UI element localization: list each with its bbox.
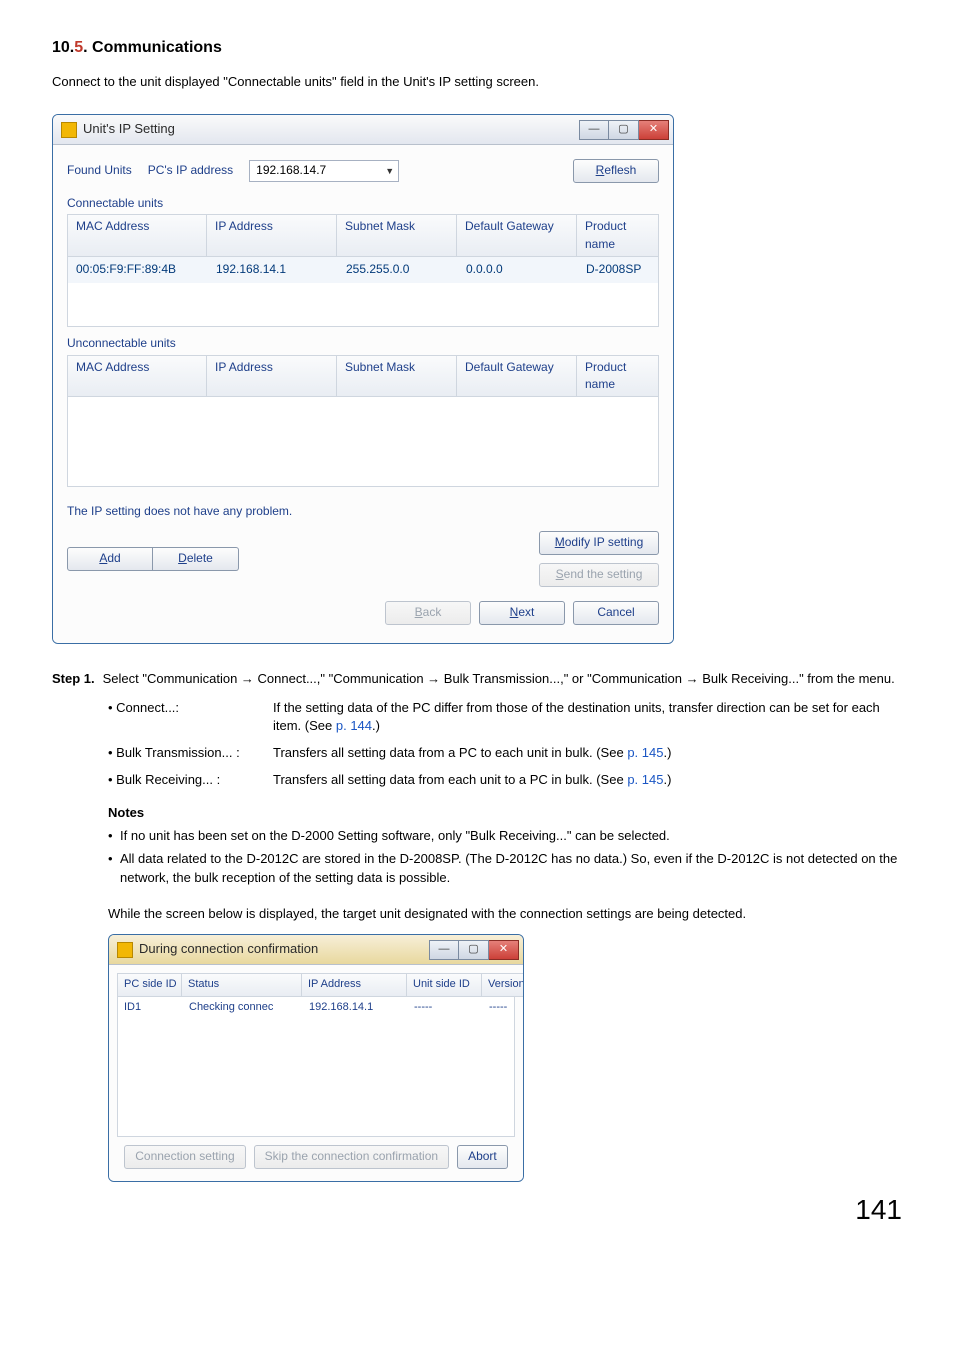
def-bulktx-term: • Bulk Transmission... : [108, 744, 273, 763]
cell-pcid: ID1 [118, 997, 183, 1019]
col-pcid[interactable]: PC side ID [117, 973, 182, 997]
section-heading: 10.5. Communications [52, 36, 902, 59]
conn-body: ID1 Checking connec 192.168.14.1 ----- -… [117, 997, 515, 1137]
note-1: If no unit has been set on the D-2000 Se… [108, 827, 902, 846]
pc-ip-value: 192.168.14.7 [256, 162, 326, 179]
step1-body: Select "Communication → Connect...," "Co… [103, 670, 902, 689]
connectable-header: MAC Address IP Address Subnet Mask Defau… [67, 214, 659, 257]
close-button-icon[interactable]: ✕ [489, 940, 519, 960]
window-controls: — ▢ ✕ [579, 120, 669, 140]
unconnectable-body [67, 397, 659, 487]
col-prod[interactable]: Product name [577, 214, 659, 257]
transition-paragraph: While the screen below is displayed, the… [108, 905, 902, 924]
def-bulktx-body: Transfers all setting data from a PC to … [273, 744, 902, 763]
col-mac[interactable]: MAC Address [67, 355, 207, 398]
cell-ip: 192.168.14.1 [303, 997, 408, 1019]
link-p145-rx[interactable]: p. 145 [627, 772, 663, 787]
col-unitid[interactable]: Unit side ID [407, 973, 482, 997]
add-button[interactable]: Add [67, 547, 153, 571]
step1-label: Step 1. [52, 670, 95, 689]
abort-button[interactable]: Abort [457, 1145, 508, 1169]
delete-button[interactable]: Delete [153, 547, 239, 571]
app-icon [117, 942, 133, 958]
def-connect-term: • Connect...: [108, 699, 273, 737]
cancel-button[interactable]: Cancel [573, 601, 659, 625]
unconnectable-header: MAC Address IP Address Subnet Mask Defau… [67, 355, 659, 398]
app-icon [61, 122, 77, 138]
col-mask[interactable]: Subnet Mask [337, 355, 457, 398]
skip-confirmation-button: Skip the connection confirmation [254, 1145, 449, 1169]
status-message: The IP setting does not have any problem… [67, 503, 659, 520]
connection-setting-button: Connection setting [124, 1145, 245, 1169]
intro-text: Connect to the unit displayed "Connectab… [52, 73, 902, 92]
minimize-button-icon[interactable]: — [429, 940, 459, 960]
page-number: 141 [855, 1190, 902, 1231]
col-mask[interactable]: Subnet Mask [337, 214, 457, 257]
conn-header: PC side ID Status IP Address Unit side I… [117, 973, 515, 997]
def-connect-body: If the setting data of the PC differ fro… [273, 699, 902, 737]
titlebar[interactable]: Unit's IP Setting — ▢ ✕ [53, 115, 673, 145]
connection-confirmation-window: During connection confirmation — ▢ ✕ PC … [108, 934, 524, 1182]
col-ip[interactable]: IP Address [207, 214, 337, 257]
cell-ip: 192.168.14.1 [208, 257, 338, 282]
pc-ip-dropdown[interactable]: 192.168.14.7 ▼ [249, 160, 399, 182]
section-prefix: 10. [52, 39, 74, 56]
chevron-down-icon: ▼ [385, 165, 394, 178]
col-mac[interactable]: MAC Address [67, 214, 207, 257]
connectable-body: 00:05:F9:FF:89:4B 192.168.14.1 255.255.0… [67, 257, 659, 327]
cell-gw: 0.0.0.0 [458, 257, 578, 282]
window-title: Unit's IP Setting [83, 120, 175, 139]
cell-ver: ----- [483, 997, 514, 1019]
maximize-button-icon[interactable]: ▢ [609, 120, 639, 140]
notes-heading: Notes [108, 804, 902, 823]
window-controls: — ▢ ✕ [429, 940, 519, 960]
col-gw[interactable]: Default Gateway [457, 355, 577, 398]
cell-mac: 00:05:F9:FF:89:4B [68, 257, 208, 282]
found-units-label: Found Units [67, 162, 132, 179]
table-row[interactable]: 00:05:F9:FF:89:4B 192.168.14.1 255.255.0… [68, 257, 658, 282]
refresh-button[interactable]: Reflesh [573, 159, 659, 183]
cell-prod: D-2008SP [578, 257, 658, 282]
col-ver[interactable]: Version [482, 973, 524, 997]
unconnectable-units-label: Unconnectable units [67, 335, 659, 352]
units-ip-setting-window: Unit's IP Setting — ▢ ✕ Found Units PC's… [52, 114, 674, 644]
link-p145-tx[interactable]: p. 145 [627, 745, 663, 760]
col-prod[interactable]: Product name [577, 355, 659, 398]
cell-unitid: ----- [408, 997, 483, 1019]
back-button: Back [385, 601, 471, 625]
next-button[interactable]: Next [479, 601, 565, 625]
section-suffix: . Communications [83, 39, 222, 56]
maximize-button-icon[interactable]: ▢ [459, 940, 489, 960]
window-title: During connection confirmation [139, 940, 318, 959]
cell-mask: 255.255.0.0 [338, 257, 458, 282]
def-bulkrx-body: Transfers all setting data from each uni… [273, 771, 902, 790]
section-number-red: 5 [74, 39, 83, 56]
close-button-icon[interactable]: ✕ [639, 120, 669, 140]
connectable-units-label: Connectable units [67, 195, 659, 212]
col-ip[interactable]: IP Address [207, 355, 337, 398]
pc-ip-label: PC's IP address [148, 162, 233, 179]
link-p144[interactable]: p. 144 [336, 718, 372, 733]
note-2: All data related to the D-2012C are stor… [108, 850, 902, 888]
col-status[interactable]: Status [182, 973, 302, 997]
titlebar[interactable]: During connection confirmation — ▢ ✕ [109, 935, 523, 965]
def-bulkrx-term: • Bulk Receiving... : [108, 771, 273, 790]
col-ip[interactable]: IP Address [302, 973, 407, 997]
table-row[interactable]: ID1 Checking connec 192.168.14.1 ----- -… [118, 997, 514, 1019]
col-gw[interactable]: Default Gateway [457, 214, 577, 257]
minimize-button-icon[interactable]: — [579, 120, 609, 140]
modify-ip-button[interactable]: Modify IP setting [539, 531, 659, 555]
send-setting-button: Send the setting [539, 563, 659, 587]
cell-status: Checking connec [183, 997, 303, 1019]
